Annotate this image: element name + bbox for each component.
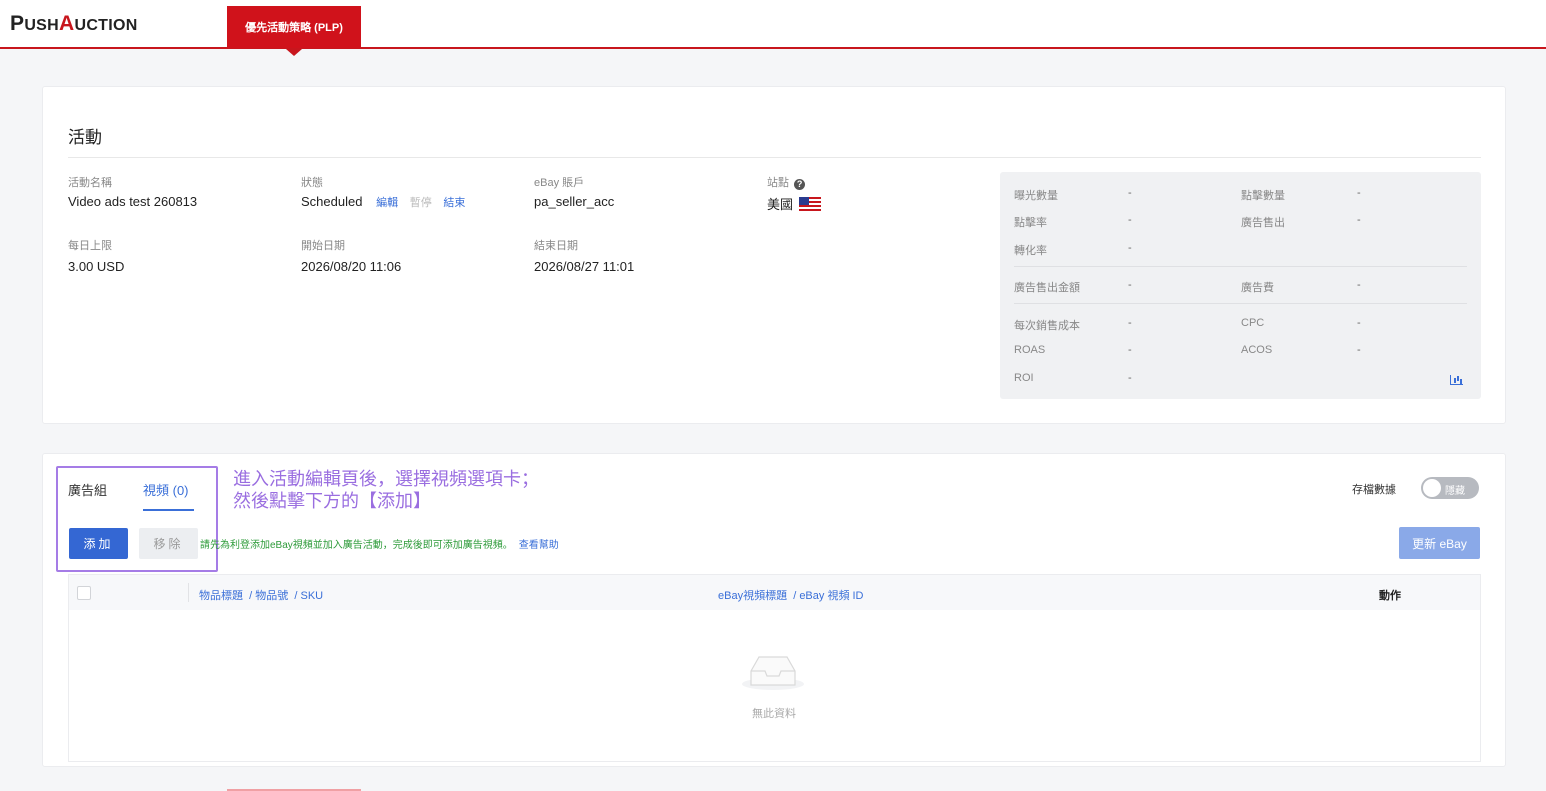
item-no-header[interactable]: / 物品號 <box>249 590 288 602</box>
column-item-title[interactable]: 物品標題 / 物品號 / SKU <box>199 587 323 603</box>
pushauction-logo[interactable]: PUSHAUCTION <box>10 12 138 36</box>
daily-limit-value: 3.00 USD <box>68 259 125 274</box>
column-actions: 動作 <box>1379 590 1401 602</box>
site-label-row: 站點 ? <box>767 174 806 190</box>
site-value: 美國 <box>767 197 794 212</box>
start-date-label: 開始日期 <box>301 240 345 252</box>
conversion-value: - <box>1128 242 1132 254</box>
annotation-text: 進入活動編輯頁後，選擇視頻選項卡； 然後點擊下方的【添加】 <box>233 468 539 512</box>
acos-value: - <box>1357 344 1361 356</box>
us-flag-icon <box>799 197 822 211</box>
stats-divider <box>1014 303 1467 304</box>
cost-per-sale-value: - <box>1128 317 1132 329</box>
campaign-name-label: 活動名稱 <box>68 177 112 189</box>
ad-sales-value: - <box>1357 214 1361 226</box>
end-link[interactable]: 結束 <box>443 197 465 209</box>
logo-letter-a: A <box>59 12 75 35</box>
daily-limit-label: 每日上限 <box>68 240 112 252</box>
video-id-header[interactable]: / eBay 視頻 ID <box>793 590 863 602</box>
ctr-value: - <box>1128 214 1132 226</box>
clicks-label: 點擊數量 <box>1241 190 1285 202</box>
cost-per-sale-label: 每次銷售成本 <box>1014 320 1080 332</box>
help-link[interactable]: 查看幫助 <box>519 540 559 551</box>
select-all-checkbox[interactable] <box>77 586 91 600</box>
stats-divider <box>1014 266 1467 267</box>
roas-value: - <box>1128 344 1132 356</box>
annotation-highlight-box <box>56 466 218 572</box>
impressions-value: - <box>1128 187 1132 199</box>
cpc-label: CPC <box>1241 317 1265 329</box>
site-label: 站點 <box>767 177 789 189</box>
column-video-title[interactable]: eBay視頻標題 / eBay 視頻 ID <box>718 587 864 603</box>
empty-state-text: 無此資料 <box>752 708 796 720</box>
active-tab-indicator <box>286 49 302 56</box>
logo-text-ush: USH <box>24 17 59 34</box>
impressions-label: 曝光數量 <box>1014 190 1058 202</box>
sku-header[interactable]: / SKU <box>294 590 323 602</box>
annotation-line-1: 進入活動編輯頁後，選擇視頻選項卡； <box>233 469 539 489</box>
section-title: 活動 <box>68 128 102 147</box>
logo-letter-p: P <box>10 12 25 35</box>
hint-text: 請先為利登添加eBay視頻並加入廣告活動，完成後即可添加廣告視頻。 <box>200 540 513 551</box>
ad-fee-label: 廣告費 <box>1241 282 1274 294</box>
end-date-value: 2026/08/27 11:01 <box>534 259 635 274</box>
help-icon[interactable]: ? <box>794 179 806 190</box>
clicks-value: - <box>1357 187 1361 199</box>
ad-revenue-value: - <box>1128 279 1132 291</box>
ebay-account-label: eBay 賬戶 <box>534 177 585 189</box>
status-value: Scheduled <box>301 194 363 209</box>
chart-icon[interactable] <box>1450 375 1463 385</box>
column-divider <box>188 583 189 602</box>
archive-data-toggle[interactable]: 隱藏 <box>1421 477 1479 499</box>
conversion-label: 轉化率 <box>1014 245 1047 257</box>
cpc-value: - <box>1357 317 1361 329</box>
ad-sales-label: 廣告售出 <box>1241 217 1285 229</box>
video-title-header[interactable]: eBay視頻標題 <box>718 590 787 602</box>
ebay-account-value: pa_seller_acc <box>534 194 615 209</box>
site-value-row: 美國 <box>767 194 822 213</box>
performance-stats-panel: 曝光數量 - 點擊數量 - 點擊率 - 廣告售出 - 轉化率 - 廣告售出金額 … <box>1000 172 1481 399</box>
annotation-line-2: 然後點擊下方的【添加】 <box>233 491 431 511</box>
toggle-text: 隱藏 <box>1445 486 1465 497</box>
status-row: Scheduled 編輯 暫停 結束 <box>301 194 465 210</box>
archive-data-label: 存檔數據 <box>1352 484 1396 496</box>
campaign-name-value: Video ads test 260813 <box>68 194 198 209</box>
ad-revenue-label: 廣告售出金額 <box>1014 282 1080 294</box>
table-header: 物品標題 / 物品號 / SKU eBay視頻標題 / eBay 視頻 ID 動… <box>69 575 1480 610</box>
ctr-label: 點擊率 <box>1014 217 1047 229</box>
edit-link[interactable]: 編輯 <box>376 197 398 209</box>
acos-label: ACOS <box>1241 344 1273 356</box>
nav-tab-plp[interactable]: 優先活動策略 (PLP) <box>227 6 361 48</box>
roi-value: - <box>1128 372 1132 384</box>
roas-label: ROAS <box>1014 344 1046 356</box>
videos-table: 物品標題 / 物品號 / SKU eBay視頻標題 / eBay 視頻 ID 動… <box>68 574 1481 762</box>
campaign-info-card: 活動 活動名稱 Video ads test 260813 狀態 Schedul… <box>42 86 1506 424</box>
top-navigation-bar: PUSHAUCTION 優先活動策略 (PLP) <box>0 0 1546 49</box>
ad-fee-value: - <box>1357 279 1361 291</box>
toggle-knob <box>1423 479 1441 497</box>
roi-label: ROI <box>1014 372 1034 384</box>
start-date-value: 2026/08/20 11:06 <box>301 259 402 274</box>
videos-card: 廣告組 視頻 (0) 進入活動編輯頁後，選擇視頻選項卡； 然後點擊下方的【添加】… <box>42 453 1506 767</box>
pause-link[interactable]: 暫停 <box>410 197 432 209</box>
empty-inbox-icon <box>742 656 804 690</box>
end-date-label: 結束日期 <box>534 240 578 252</box>
logo-text-uction: UCTION <box>74 17 138 34</box>
hint-message: 請先為利登添加eBay視頻並加入廣告活動，完成後即可添加廣告視頻。 查看幫助 <box>200 536 559 551</box>
update-ebay-button[interactable]: 更新 eBay <box>1399 527 1480 559</box>
status-label: 狀態 <box>301 177 323 189</box>
item-title-header[interactable]: 物品標題 <box>199 590 243 602</box>
title-divider <box>68 157 1481 158</box>
